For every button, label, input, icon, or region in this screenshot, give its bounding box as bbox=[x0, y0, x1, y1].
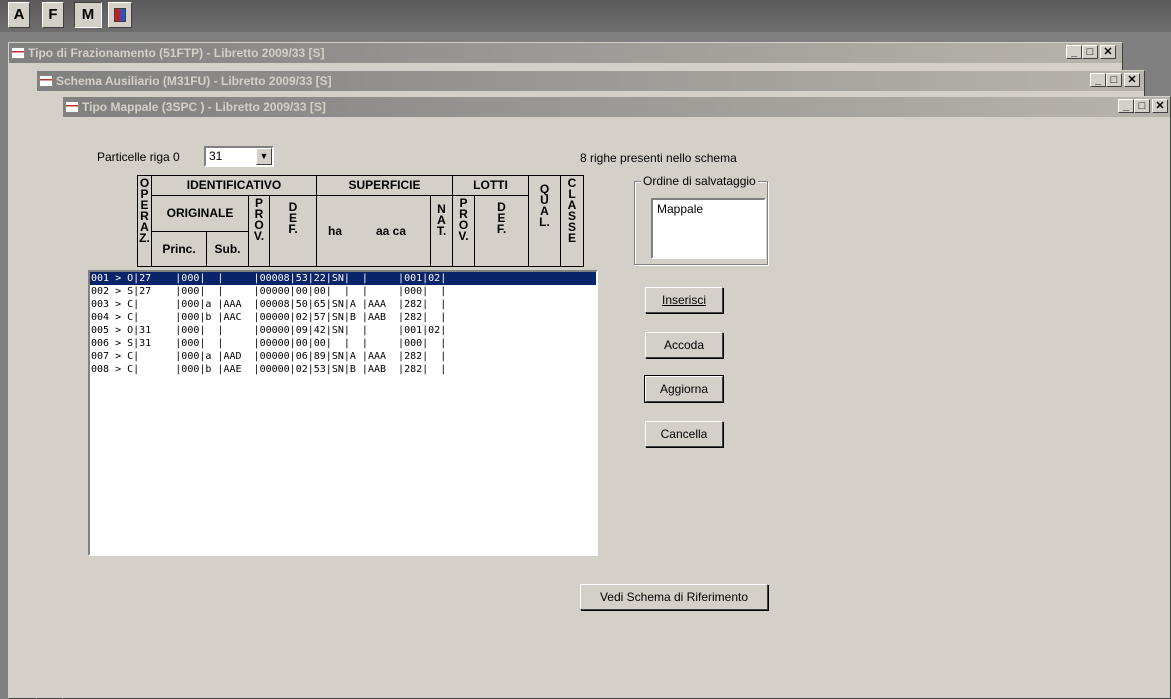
table-row[interactable]: 004 > C| |000|b |AAC |00000|02|57|SN|B |… bbox=[90, 311, 596, 324]
header-lotti-def: D E F. bbox=[474, 195, 529, 267]
document-icon bbox=[65, 101, 79, 113]
cancella-label: Cancella bbox=[660, 427, 708, 441]
accoda-button[interactable]: Accoda bbox=[645, 332, 723, 358]
window-3-titlebar[interactable]: Tipo Mappale (3SPC ) - Libretto 2009/33 … bbox=[63, 97, 1170, 117]
header-lotti: LOTTI bbox=[452, 175, 529, 196]
table-row[interactable]: 005 > O|31 |000| | |00000|09|42|SN| | |0… bbox=[90, 324, 596, 337]
ordine-salvataggio-label: Ordine di salvataggio bbox=[641, 174, 758, 188]
header-qual: Q U A L. bbox=[528, 175, 561, 267]
window-1-title: Tipo di Frazionamento (51FTP) - Libretto… bbox=[28, 46, 325, 60]
table-row[interactable]: 002 > S|27 |000| | |00000|00|00| | | |00… bbox=[90, 285, 596, 298]
table-row[interactable]: 001 > O|27 |000| | |00008|53|22|SN| | |0… bbox=[90, 272, 596, 285]
window-3-title: Tipo Mappale (3SPC ) - Libretto 2009/33 … bbox=[82, 100, 326, 114]
header-aa-ca: aa ca bbox=[352, 195, 431, 267]
toolbar-exit-button[interactable] bbox=[108, 2, 132, 28]
particelle-combo[interactable]: 31 ▼ bbox=[204, 146, 274, 167]
header-ha: ha bbox=[316, 195, 353, 267]
window-2-title: Schema Ausiliario (M31FU) - Libretto 200… bbox=[56, 74, 332, 88]
table-row[interactable]: 007 > C| |000|a |AAD |00000|06|89|SN|A |… bbox=[90, 350, 596, 363]
minimize-icon[interactable]: _ bbox=[1090, 73, 1106, 87]
table-row[interactable]: 008 > C| |000|b |AAE |00000|02|53|SN|B |… bbox=[90, 363, 596, 376]
main-toolbar: A F M bbox=[0, 0, 1171, 32]
header-operaz: O P E R A Z. bbox=[137, 175, 152, 267]
header-lotti-prov: P R O V. bbox=[452, 195, 475, 267]
particelle-value: 31 bbox=[209, 149, 223, 163]
toolbar-m-button[interactable]: M bbox=[74, 2, 102, 28]
toolbar-f-button[interactable]: F bbox=[42, 2, 64, 28]
close-icon[interactable]: ✕ bbox=[1100, 45, 1116, 59]
particelle-label: Particelle riga 0 bbox=[97, 150, 180, 164]
particelle-listbox[interactable]: 001 > O|27 |000| | |00008|53|22|SN| | |0… bbox=[88, 270, 598, 556]
aggiorna-label: Aggiorna bbox=[659, 382, 709, 396]
header-classe: C L A S S E bbox=[560, 175, 584, 267]
window-1-controls: _ □ ✕ bbox=[1066, 45, 1116, 61]
close-icon[interactable]: ✕ bbox=[1152, 99, 1168, 113]
ordine-salvataggio-list[interactable]: Mappale bbox=[651, 198, 766, 259]
ordine-salvataggio-group: Ordine di salvataggio Mappale bbox=[634, 174, 768, 265]
vedi-schema-label: Vedi Schema di Riferimento bbox=[599, 590, 749, 604]
vedi-schema-button[interactable]: Vedi Schema di Riferimento bbox=[580, 584, 768, 610]
maximize-icon[interactable]: □ bbox=[1082, 45, 1098, 59]
maximize-icon[interactable]: □ bbox=[1106, 73, 1122, 87]
window-2-titlebar[interactable]: Schema Ausiliario (M31FU) - Libretto 200… bbox=[37, 71, 1144, 91]
header-prov: P R O V. bbox=[248, 195, 270, 267]
header-sub: Sub. bbox=[206, 231, 249, 267]
righe-info: 8 righe presenti nello schema bbox=[580, 151, 737, 165]
table-row[interactable]: 006 > S|31 |000| | |00000|00|00| | | |00… bbox=[90, 337, 596, 350]
header-identificativo: IDENTIFICATIVO bbox=[151, 175, 317, 196]
window-3-controls: _ □ ✕ bbox=[1118, 99, 1168, 115]
maximize-icon[interactable]: □ bbox=[1134, 99, 1150, 113]
window-2-controls: _ □ ✕ bbox=[1090, 73, 1140, 89]
inserisci-label: Inserisci bbox=[661, 293, 706, 307]
list-item[interactable]: Mappale bbox=[653, 200, 764, 218]
inserisci-button[interactable]: Inserisci bbox=[645, 287, 723, 313]
cancella-button[interactable]: Cancella bbox=[645, 421, 723, 447]
header-princ: Princ. bbox=[151, 231, 207, 267]
minimize-icon[interactable]: _ bbox=[1118, 99, 1134, 113]
document-icon bbox=[11, 47, 25, 59]
window-1-titlebar[interactable]: Tipo di Frazionamento (51FTP) - Libretto… bbox=[9, 43, 1122, 63]
exit-door-icon bbox=[114, 8, 126, 22]
minimize-icon[interactable]: _ bbox=[1066, 45, 1082, 59]
header-def: D E F. bbox=[269, 195, 317, 267]
header-nat: N A T. bbox=[430, 195, 453, 267]
aggiorna-button[interactable]: Aggiorna bbox=[644, 375, 724, 403]
accoda-label: Accoda bbox=[663, 338, 705, 352]
header-superficie: SUPERFICIE bbox=[316, 175, 453, 196]
chevron-down-icon[interactable]: ▼ bbox=[256, 148, 272, 165]
toolbar-a-button[interactable]: A bbox=[8, 2, 30, 28]
header-originale: ORIGINALE bbox=[151, 195, 249, 232]
close-icon[interactable]: ✕ bbox=[1124, 73, 1140, 87]
document-icon bbox=[39, 75, 53, 87]
table-row[interactable]: 003 > C| |000|a |AAA |00008|50|65|SN|A |… bbox=[90, 298, 596, 311]
